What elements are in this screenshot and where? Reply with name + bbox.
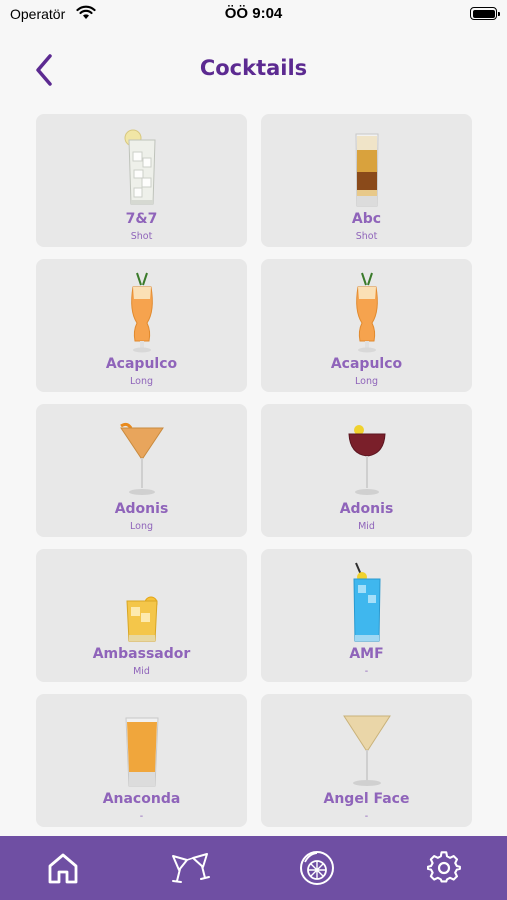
cocktail-name: 7&7 [125,211,158,227]
cocktail-card[interactable]: Anaconda - [36,694,247,827]
cocktail-type: Shot [355,231,378,242]
cocktail-name: Angel Face [323,791,410,807]
cocktail-name: Acapulco [105,356,178,372]
nav-settings-button[interactable] [419,843,469,893]
martini-glass-icon [342,715,391,786]
cocktail-type: Long [130,521,153,532]
martini-glass-icon [119,422,164,495]
cocktail-name: Adonis [114,501,169,517]
cocktail-type: - [139,811,144,822]
cocktail-type: Mid [133,666,150,677]
cocktail-type: - [364,811,369,822]
cocktail-grid: 7&7 Shot Abc Shot Acapulco Long Acapulco… [36,114,472,827]
cocktail-name: Abc [351,211,382,227]
cocktail-name: AMF [349,646,384,662]
status-bar: Operatör ÖÖ 9:04 [0,0,507,28]
nav-cocktails-button[interactable] [165,843,215,893]
home-icon [48,853,78,884]
shot-glass-icon [124,717,159,787]
cocktail-card[interactable]: Acapulco Long [261,259,472,392]
cocktail-type: Mid [358,521,375,532]
header: Cocktails [0,40,507,98]
cocktail-card[interactable]: Angel Face - [261,694,472,827]
cocktail-glasses-icon [172,853,211,883]
cocktail-name: Anaconda [102,791,181,807]
nav-citrus-button[interactable] [292,843,342,893]
hurricane-glass-icon [130,272,153,353]
nav-home-button[interactable] [38,843,88,893]
cocktail-card[interactable]: Ambassador Mid [36,549,247,682]
cocktail-card[interactable]: Adonis Mid [261,404,472,537]
cocktail-name: Ambassador [92,646,191,662]
highball-ice-glass-icon [124,129,156,205]
cocktail-card[interactable]: AMF - [261,549,472,682]
cocktail-type: Shot [130,231,153,242]
cocktail-type: Long [130,376,153,387]
gear-icon [426,851,461,883]
blue-highball-glass-icon [352,562,381,642]
cocktail-card[interactable]: Abc Shot [261,114,472,247]
clock: ÖÖ 9:04 [224,5,283,22]
cocktail-card[interactable]: Acapulco Long [36,259,247,392]
bottom-nav [0,836,507,900]
citrus-icon [299,851,334,885]
page-title: Cocktails [199,56,308,80]
cocktail-type: Long [355,376,378,387]
cocktail-name: Adonis [339,501,394,517]
cocktail-name: Acapulco [330,356,403,372]
cocktail-card[interactable]: 7&7 Shot [36,114,247,247]
hurricane-glass-icon [355,272,378,353]
cocktail-card[interactable]: Adonis Long [36,404,247,537]
rocks-glass-icon [125,596,158,642]
coupe-glass-icon [347,425,386,495]
layered-shot-glass-icon [354,133,379,207]
battery-icon [470,7,500,20]
cocktail-type: - [364,666,369,677]
